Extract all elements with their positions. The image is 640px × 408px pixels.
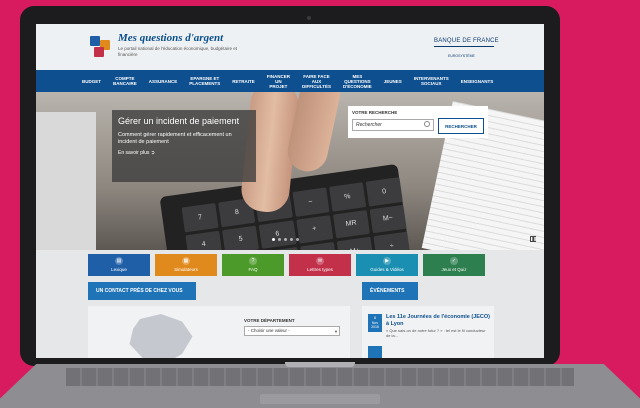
- carousel-dot[interactable]: [284, 238, 287, 241]
- calc-key: 0: [365, 177, 403, 207]
- laptop-base: [0, 364, 640, 408]
- calc-key: 5: [222, 225, 260, 250]
- nav-item-assurance[interactable]: ASSURANCE: [143, 79, 184, 84]
- department-label: VOTRE DÉPARTEMENT: [244, 318, 295, 323]
- calc-key: ×: [299, 242, 337, 250]
- arrow-circle-icon: ➲: [150, 150, 155, 156]
- search-input[interactable]: Rechercher: [352, 119, 434, 131]
- logo-divider: [434, 46, 494, 47]
- calc-key: 6: [258, 219, 297, 250]
- tile-lexique[interactable]: ▤ Lexique: [88, 254, 150, 276]
- carousel-dots: [272, 238, 299, 241]
- tile-jeux-quiz[interactable]: ✓ Jeux et Quiz: [423, 254, 485, 276]
- tile-simulateurs[interactable]: ▦ Simulateurs: [155, 254, 217, 276]
- nav-item-economie[interactable]: MES QUESTIONS D'ÉCONOMIE: [337, 74, 378, 89]
- nav-item-enseignants[interactable]: ENSEIGNANTS: [455, 79, 500, 84]
- search-panel: VOTRE RECHERCHE Rechercher RECHERCHER: [348, 106, 488, 138]
- calc-key: 7: [181, 202, 219, 233]
- browser-screen: Mes questions d'argent Le portail nation…: [36, 24, 544, 358]
- laptop-hinge-notch: [285, 362, 355, 367]
- tile-faq[interactable]: ? FAQ: [222, 254, 284, 276]
- carousel-dot[interactable]: [290, 238, 293, 241]
- banque-de-france-logo[interactable]: BANQUE DE FRANCE: [434, 38, 499, 44]
- event-date-badge-2: [368, 346, 382, 358]
- hero-description: Comment gérer rapidement et efficacement…: [118, 132, 232, 145]
- event-title[interactable]: Les 11e Journées de l'économie (JECO) à …: [386, 314, 490, 327]
- event-date-badge: 8 Nov 2018: [368, 314, 382, 332]
- nav-item-financer-projet[interactable]: FINANCER UN PROJET: [261, 74, 296, 89]
- tile-lettres-types[interactable]: ✉ Lettres types: [289, 254, 351, 276]
- hero-banner: 789−%0456+MRM−123×M+÷ Gérer un incident …: [36, 92, 544, 250]
- department-select[interactable]: - Choisir une valeur -: [244, 326, 340, 336]
- calc-key: %: [328, 182, 366, 212]
- carousel-dot[interactable]: [296, 238, 299, 241]
- question-icon: ?: [249, 257, 257, 265]
- hero-more-link[interactable]: En savoir plus ➲: [118, 150, 250, 156]
- calc-key: −: [291, 187, 330, 217]
- search-label: VOTRE RECHERCHE: [352, 110, 398, 115]
- calc-key: ÷: [373, 231, 411, 250]
- chevron-down-icon: ▼: [334, 329, 338, 334]
- events-section-tab[interactable]: ÉVÉNEMENTS: [362, 282, 418, 300]
- nav-item-epargne[interactable]: EPARGNE ET PLACEMENTS: [183, 76, 226, 86]
- main-nav: BUDGET COMPTE BANCAIRE ASSURANCE EPARGNE…: [36, 70, 544, 92]
- pause-icon[interactable]: ❚❚: [530, 236, 537, 242]
- calc-key: M−: [369, 204, 407, 234]
- trackpad: [260, 394, 380, 404]
- camera-dot: [307, 16, 311, 20]
- calculator-icon: ▦: [182, 257, 190, 265]
- hero-photo-laptop: [36, 112, 96, 250]
- nav-item-compte-bancaire[interactable]: COMPTE BANCAIRE: [107, 76, 143, 86]
- nav-item-budget[interactable]: BUDGET: [76, 79, 107, 84]
- eurosysteme-label: EUROSYSTÈME: [448, 54, 475, 58]
- nav-item-intervenants[interactable]: INTERVENANTS SOCIAUX: [408, 76, 455, 86]
- nav-item-jeunes[interactable]: JEUNES: [378, 79, 408, 84]
- game-icon: ✓: [450, 257, 458, 265]
- logo-cubes-icon[interactable]: [88, 36, 112, 58]
- letter-icon: ✉: [316, 257, 324, 265]
- keyboard: [66, 368, 574, 386]
- carousel-dot[interactable]: [272, 238, 275, 241]
- hero-title: Gérer un incident de paiement: [118, 116, 240, 126]
- event-description: « Que sais-on de notre futur ? » : tel e…: [386, 328, 486, 338]
- nav-item-retraite[interactable]: RETRAITE: [226, 79, 261, 84]
- nav-item-difficultes[interactable]: FAIRE FACE AUX DIFFICULTÉS: [296, 74, 337, 89]
- book-icon: ▤: [115, 257, 123, 265]
- site-header: Mes questions d'argent Le portail nation…: [36, 24, 544, 70]
- site-subtitle: Le portail national de l'éducation écono…: [118, 46, 237, 57]
- calc-key: MR: [332, 209, 370, 239]
- search-button[interactable]: RECHERCHER: [438, 118, 484, 134]
- calc-key: 4: [185, 230, 223, 250]
- carousel-dot[interactable]: [278, 238, 281, 241]
- hero-caption: Gérer un incident de paiement Comment gé…: [112, 110, 256, 182]
- calc-key: M+: [336, 237, 374, 250]
- calc-key: +: [295, 214, 334, 244]
- site-title[interactable]: Mes questions d'argent: [118, 32, 223, 44]
- video-icon: ▶: [383, 257, 391, 265]
- contact-section-tab[interactable]: UN CONTACT PRÈS DE CHEZ VOUS: [88, 282, 196, 300]
- search-icon[interactable]: [424, 121, 430, 127]
- tile-guides-videos[interactable]: ▶ Guides & Vidéos: [356, 254, 418, 276]
